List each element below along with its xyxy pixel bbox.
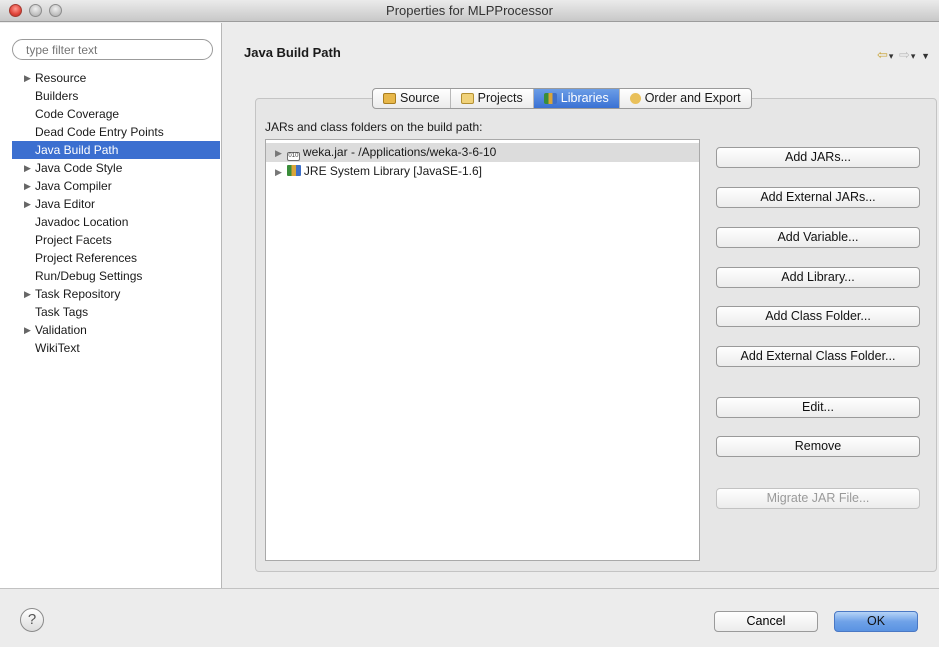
sidebar-item-label: Project References (35, 251, 138, 265)
ok-button[interactable]: OK (834, 611, 918, 632)
forward-dropdown-icon[interactable]: ▾ (911, 51, 917, 61)
list-item-label: weka.jar - /Applications/weka-3-6-10 (302, 145, 497, 159)
sidebar-item-validation[interactable]: ▶ Validation (12, 321, 220, 339)
build-path-label: JARs and class folders on the build path… (265, 120, 483, 134)
sidebar-item-java-compiler[interactable]: ▶ Java Compiler (12, 177, 220, 195)
add-variable-button[interactable]: Add Variable... (716, 227, 920, 248)
list-item-weka-jar[interactable]: ▶ 010 weka.jar - /Applications/weka-3-6-10 (266, 143, 699, 162)
sidebar-item-label: Code Coverage (35, 107, 120, 121)
list-item-label: JRE System Library [JavaSE-1.6] (303, 164, 482, 178)
libraries-icon (543, 93, 557, 104)
sidebar-item-label: Task Tags (35, 305, 89, 319)
build-path-tabs: Source Projects Libraries Order and Expo… (372, 88, 752, 109)
sidebar-item-resource[interactable]: ▶ Resource (12, 69, 220, 87)
jar-icon: 010 (286, 152, 300, 161)
source-folder-icon (383, 93, 396, 104)
sidebar-item-label: Project Facets (35, 233, 112, 247)
minimize-window-icon[interactable] (29, 4, 42, 17)
expand-triangle-icon[interactable]: ▶ (275, 148, 282, 158)
sidebar-item-dead-code-entry-points[interactable]: Dead Code Entry Points (12, 123, 220, 141)
help-icon[interactable]: ? (20, 608, 44, 632)
sidebar-item-label: Java Editor (35, 197, 96, 211)
tab-source-label: Source (400, 91, 440, 105)
sidebar-item-label: Run/Debug Settings (35, 269, 143, 283)
expand-triangle-icon[interactable]: ▶ (24, 69, 31, 87)
tab-projects-label: Projects (477, 91, 523, 105)
add-external-class-folder-button[interactable]: Add External Class Folder... (716, 346, 920, 367)
tab-libraries[interactable]: Libraries (533, 89, 620, 108)
close-window-icon[interactable] (9, 4, 22, 17)
sidebar-item-label: Task Repository (35, 287, 121, 301)
tab-order-export[interactable]: Order and Export (620, 89, 751, 108)
sidebar: ▶ Resource Builders Code Coverage Dead Code … (0, 23, 222, 588)
projects-folder-icon (460, 93, 474, 104)
window-title: Properties for MLPProcessor (386, 3, 553, 18)
expand-triangle-icon[interactable]: ▶ (24, 177, 31, 195)
sidebar-item-builders[interactable]: Builders (12, 87, 220, 105)
sidebar-item-javadoc-location[interactable]: Javadoc Location (12, 213, 220, 231)
sidebar-item-task-repository[interactable]: ▶ Task Repository (12, 285, 220, 303)
sidebar-item-java-editor[interactable]: ▶ Java Editor (12, 195, 220, 213)
sidebar-item-run-debug-settings[interactable]: Run/Debug Settings (12, 267, 220, 285)
expand-triangle-icon[interactable]: ▶ (24, 285, 31, 303)
sidebar-item-task-tags[interactable]: Task Tags (12, 303, 220, 321)
back-dropdown-icon[interactable]: ▾ (889, 51, 895, 61)
add-library-button[interactable]: Add Library... (716, 267, 920, 288)
cancel-button[interactable]: Cancel (714, 611, 818, 632)
sidebar-item-label: Builders (35, 89, 79, 103)
expand-triangle-icon[interactable]: ▶ (24, 195, 31, 213)
zoom-window-icon[interactable] (49, 4, 62, 17)
sidebar-item-project-references[interactable]: Project References (12, 249, 220, 267)
sidebar-item-label: Validation (35, 323, 87, 337)
expand-triangle-icon[interactable]: ▶ (24, 159, 31, 177)
sidebar-item-label: Java Code Style (35, 161, 123, 175)
sidebar-item-project-facets[interactable]: Project Facets (12, 231, 220, 249)
edit-button[interactable]: Edit... (716, 397, 920, 418)
add-jars-button[interactable]: Add JARs... (716, 147, 920, 168)
navigation-arrows: ⇦▾ ⇨▾ ▼ (877, 47, 931, 63)
tab-projects[interactable]: Projects (451, 89, 534, 108)
sidebar-item-label: Resource (35, 71, 87, 85)
add-class-folder-button[interactable]: Add Class Folder... (716, 306, 920, 327)
property-page-tree: ▶ Resource Builders Code Coverage Dead Code … (12, 69, 220, 357)
tab-source[interactable]: Source (373, 89, 451, 108)
library-list[interactable]: ▶ 010 weka.jar - /Applications/weka-3-6-10… (265, 139, 700, 561)
library-icon (286, 165, 301, 176)
list-item-jre-library[interactable]: ▶ JRE System Library [JavaSE-1.6] (266, 162, 699, 181)
back-arrow-icon[interactable]: ⇦ (877, 47, 889, 62)
sidebar-item-label: Dead Code Entry Points (35, 125, 164, 139)
filter-input[interactable] (12, 39, 213, 60)
sidebar-item-label: Java Build Path (35, 143, 119, 157)
view-menu-icon[interactable]: ▼ (921, 51, 931, 61)
page-header: Java Build Path ⇦▾ ⇨▾ ▼ (223, 23, 939, 81)
tab-order-export-label: Order and Export (644, 91, 741, 105)
title-bar: Properties for MLPProcessor (0, 0, 939, 22)
footer-divider (0, 588, 939, 589)
sidebar-item-java-code-style[interactable]: ▶ Java Code Style (12, 159, 220, 177)
sidebar-item-label: Java Compiler (35, 179, 112, 193)
sidebar-item-java-build-path[interactable]: Java Build Path (12, 141, 220, 159)
sidebar-item-wikitext[interactable]: WikiText (12, 339, 220, 357)
add-external-jars-button[interactable]: Add External JARs... (716, 187, 920, 208)
expand-triangle-icon[interactable]: ▶ (275, 167, 282, 177)
expand-triangle-icon[interactable]: ▶ (24, 321, 31, 339)
sidebar-item-code-coverage[interactable]: Code Coverage (12, 105, 220, 123)
sidebar-item-label: Javadoc Location (35, 215, 129, 229)
order-export-icon (629, 93, 641, 104)
tab-libraries-label: Libraries (560, 91, 609, 105)
remove-button[interactable]: Remove (716, 436, 920, 457)
page-title: Java Build Path (244, 45, 341, 60)
sidebar-item-label: WikiText (35, 341, 80, 355)
migrate-jar-button: Migrate JAR File... (716, 488, 920, 509)
forward-arrow-icon[interactable]: ⇨ (899, 47, 911, 62)
